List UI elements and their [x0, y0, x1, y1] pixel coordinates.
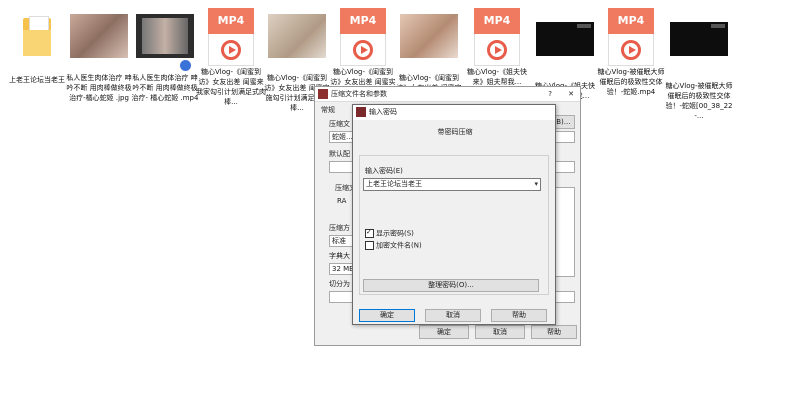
encrypt-filenames-checkbox[interactable]: 加密文件名(N) — [365, 241, 422, 251]
file-item-mp4[interactable]: MP4 糖心Vlog-被催眠大师催眠后的极致性交体验！-蛇姬.mp4 — [596, 8, 666, 97]
password-input[interactable]: 上老王论坛当老王 ▾ — [363, 178, 541, 191]
image-thumbnail — [268, 14, 326, 70]
close-icon[interactable]: ✕ — [568, 87, 574, 101]
video-thumbnail — [670, 22, 728, 78]
organize-passwords-button[interactable]: 整理密码(O)... — [363, 279, 539, 292]
file-item-photo[interactable]: 私人医生肉体治疗 呻吟不断 用肉棒做终极治疗-橘心蛇姬 .jpg — [64, 8, 134, 103]
file-name: 糖心Vlog-被催眠大师催眠后的极致性交体验！-蛇姬[00_38_22-... — [665, 82, 733, 120]
file-name: 上老王论坛当老王 — [9, 76, 65, 84]
help-icon[interactable]: ? — [548, 87, 552, 101]
dialog-title: 压缩文件名和参数 — [331, 90, 387, 98]
image-thumbnail — [70, 14, 128, 70]
help-button[interactable]: 帮助 — [491, 309, 547, 322]
file-item-mp4[interactable]: MP4 糖心Vlog-《姐夫快来》姐夫帮我... — [462, 8, 532, 87]
mp4-file-icon: MP4 — [208, 8, 254, 66]
sync-badge-icon — [179, 59, 192, 72]
password-group — [359, 155, 549, 295]
mp4-file-icon: MP4 — [474, 8, 520, 66]
file-item-video[interactable]: 私人医生肉体治疗 呻吟不断 用肉棒做终极治疗- 橘心蛇姬 .mp4 — [130, 8, 200, 103]
password-value: 上老王论坛当老王 — [366, 180, 422, 188]
video-thumbnail — [536, 22, 594, 78]
file-name: 私人医生肉体治疗 呻吟不断 用肉棒做终极治疗- 橘心蛇姬 .mp4 — [131, 74, 199, 102]
checkbox-unchecked-icon — [365, 241, 374, 250]
compression-method-label: 压缩方 — [329, 224, 350, 232]
file-name: 糖心Vlog-《闺蜜到访》女友出差 闺蜜来我家勾引计划满足式肉棒... — [196, 68, 266, 106]
mp4-file-icon: MP4 — [340, 8, 386, 66]
folder-icon — [8, 16, 66, 72]
video-thumbnail — [136, 14, 194, 72]
show-password-label: 显示密码(S) — [376, 229, 414, 238]
cancel-button[interactable]: 取消 — [475, 325, 525, 339]
tab-general[interactable]: 常规 — [321, 105, 335, 115]
password-dialog: 输入密码 带密码压缩 输入密码(E) 上老王论坛当老王 ▾ 显示密码(S) 加密… — [352, 104, 556, 325]
ok-button[interactable]: 确定 — [419, 325, 469, 339]
dictionary-size-label: 字典大 — [329, 252, 350, 260]
file-item-video[interactable]: 糖心Vlog-被催眠大师催眠后的极致性交体验！-蛇姬[00_38_22-... — [664, 8, 734, 121]
file-name: 糖心Vlog-《姐夫快来》姐夫帮我... — [467, 68, 527, 86]
winrar-icon — [318, 89, 328, 99]
file-item-folder[interactable]: 上老王论坛当老王 — [2, 8, 72, 85]
split-volumes-label: 切分为 — [329, 280, 350, 288]
help-button[interactable]: 帮助 — [531, 325, 577, 339]
dialog-titlebar: 输入密码 — [353, 105, 555, 120]
encrypt-filenames-label: 加密文件名(N) — [376, 241, 422, 250]
dialog-heading: 带密码压缩 — [437, 128, 473, 136]
default-profile-label: 默认配 — [329, 150, 350, 158]
file-name: 私人医生肉体治疗 呻吟不断 用肉棒做终极治疗-橘心蛇姬 .jpg — [66, 74, 132, 102]
password-label: 输入密码(E) — [365, 167, 403, 175]
show-password-checkbox[interactable]: 显示密码(S) — [365, 228, 414, 239]
file-item-mp4[interactable]: MP4 糖心Vlog-《闺蜜到访》女友出差 闺蜜实施勾引计划满足式... — [328, 8, 398, 97]
dialog-title: 输入密码 — [369, 108, 397, 116]
chevron-down-icon[interactable]: ▾ — [534, 179, 538, 190]
dialog-titlebar: 压缩文件名和参数 ? ✕ — [315, 87, 580, 102]
mp4-file-icon: MP4 — [608, 8, 654, 66]
archive-name-label: 压缩文 — [329, 120, 350, 128]
image-thumbnail — [400, 14, 458, 70]
format-radio-rar[interactable]: RA — [337, 197, 346, 205]
file-name: 糖心Vlog-被催眠大师催眠后的极致性交体验！-蛇姬.mp4 — [597, 68, 665, 96]
file-item-mp4[interactable]: MP4 糖心Vlog-《闺蜜到访》女友出差 闺蜜来我家勾引计划满足式肉棒... — [196, 8, 266, 107]
checkbox-checked-icon — [365, 228, 374, 238]
ok-button[interactable]: 确定 — [359, 309, 415, 322]
cancel-button[interactable]: 取消 — [425, 309, 481, 322]
winrar-icon — [356, 107, 366, 117]
